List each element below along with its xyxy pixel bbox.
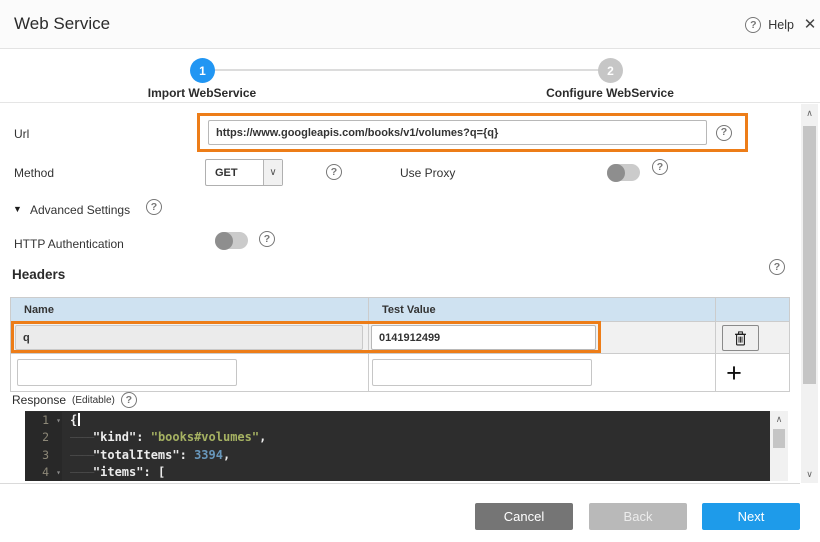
use-proxy-toggle-knob (607, 164, 625, 182)
next-button[interactable]: Next (702, 503, 800, 530)
step-1-circle[interactable]: 1 (190, 58, 215, 83)
code-line-text: ————"totalItems": 3394, (62, 447, 230, 464)
fold-caret-icon[interactable]: ▾ (56, 413, 61, 428)
wizard-stepper: 1 2 Import WebService Configure WebServi… (0, 49, 820, 103)
help-link[interactable]: Help (768, 18, 794, 32)
fold-caret-icon[interactable]: ▾ (56, 465, 61, 480)
headers-title: Headers (12, 267, 65, 282)
chevron-down-icon[interactable]: ∨ (263, 160, 282, 185)
method-select-value: GET (206, 160, 263, 185)
step-2-label: Configure WebService (520, 86, 700, 100)
code-line-text: { (62, 412, 80, 429)
step-1-label: Import WebService (112, 86, 292, 100)
main-scrollbar[interactable]: ∧ ∨ (801, 104, 818, 483)
dialog-title: Web Service (14, 14, 110, 34)
new-header-test-value-input[interactable] (372, 359, 592, 386)
http-auth-help-icon[interactable]: ? (259, 231, 275, 247)
editor-scrollbar-thumb[interactable] (773, 429, 785, 448)
advanced-settings-label[interactable]: Advanced Settings (30, 203, 130, 217)
help-area: ? Help (745, 17, 794, 33)
cancel-button[interactable]: Cancel (475, 503, 573, 530)
editor-scrollbar[interactable]: ∧ (770, 411, 788, 481)
scroll-up-icon[interactable]: ∧ (801, 106, 818, 120)
method-help-icon[interactable]: ? (326, 164, 342, 180)
collapse-triangle-icon[interactable]: ▼ (13, 204, 22, 214)
editor-scroll-up-icon[interactable]: ∧ (770, 412, 788, 426)
scroll-down-icon[interactable]: ∨ (801, 467, 818, 481)
dialog-header: Web Service ? Help ✕ (0, 0, 820, 49)
help-icon[interactable]: ? (745, 17, 761, 33)
code-line-text: ————"items": [ (62, 464, 165, 481)
close-icon[interactable]: ✕ (800, 15, 820, 33)
line-number: 2 (25, 429, 62, 446)
http-auth-toggle-knob (215, 232, 233, 250)
main-scrollbar-thumb[interactable] (803, 126, 816, 384)
step-2-circle[interactable]: 2 (598, 58, 623, 83)
stepper-connector (203, 69, 610, 71)
use-proxy-help-icon[interactable]: ? (652, 159, 668, 175)
code-line: 1▾{ (25, 412, 770, 429)
response-label-row: Response (Editable) ? (12, 392, 137, 408)
text-cursor (78, 413, 80, 426)
delete-row-button[interactable] (722, 325, 759, 351)
response-help-icon[interactable]: ? (121, 392, 137, 408)
trash-icon (734, 331, 747, 346)
url-help-icon[interactable]: ? (716, 125, 732, 141)
http-auth-label: HTTP Authentication (14, 237, 124, 251)
content-divider (0, 483, 800, 484)
use-proxy-toggle[interactable] (607, 164, 640, 181)
url-input[interactable] (208, 120, 707, 145)
url-label: Url (14, 127, 29, 141)
response-editable-label: (Editable) (72, 395, 115, 406)
code-line-text: ————"kind": "books#volumes", (62, 429, 266, 446)
column-header-test-value: Test Value (369, 298, 716, 321)
line-number: 4▾ (25, 464, 62, 481)
column-header-name: Name (11, 298, 369, 321)
method-select[interactable]: GET ∨ (205, 159, 283, 186)
use-proxy-label: Use Proxy (400, 166, 455, 180)
line-number: 1▾ (25, 412, 62, 429)
url-highlight-box: ? (197, 113, 748, 152)
advanced-settings-help-icon[interactable]: ? (146, 199, 162, 215)
code-line: 3————"totalItems": 3394, (25, 447, 770, 464)
add-row-button[interactable]: + (720, 356, 748, 390)
back-button[interactable]: Back (589, 503, 687, 530)
code-line: 2————"kind": "books#volumes", (25, 429, 770, 446)
code-line: 4▾————"items": [ (25, 464, 770, 481)
line-number: 3 (25, 447, 62, 464)
header-row-highlight-box (11, 321, 601, 353)
code-editor-lines: 1▾{2————"kind": "books#volumes",3————"to… (25, 412, 770, 481)
headers-help-icon[interactable]: ? (769, 259, 785, 275)
column-header-actions (716, 298, 789, 321)
table-header-row: Name Test Value (11, 298, 789, 322)
response-code-editor[interactable]: 1▾{2————"kind": "books#volumes",3————"to… (25, 411, 788, 481)
http-auth-toggle[interactable] (215, 232, 248, 249)
method-label: Method (14, 166, 54, 180)
new-header-name-input[interactable] (17, 359, 237, 386)
response-label: Response (12, 393, 66, 407)
